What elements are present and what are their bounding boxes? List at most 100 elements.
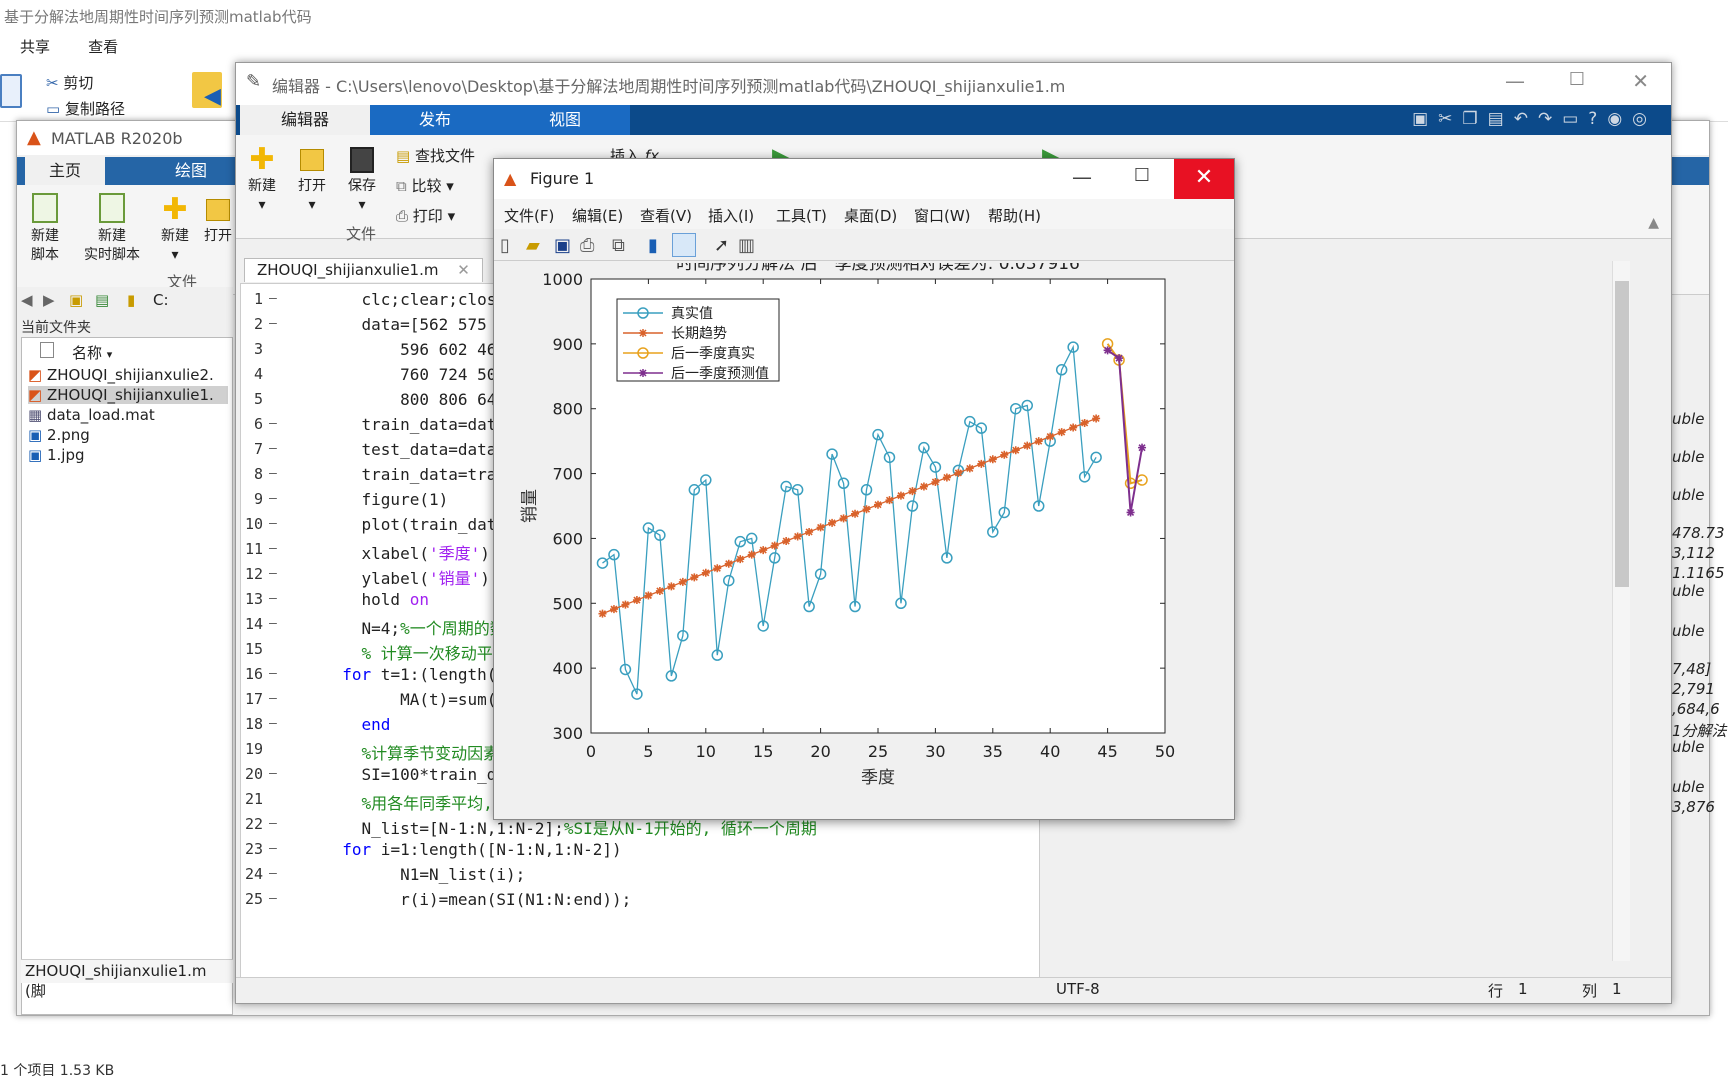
breakpoint-marker[interactable]: — [269,716,277,731]
property-editor-icon[interactable]: ▥ [738,235,755,256]
breakpoint-marker[interactable]: — [269,591,277,606]
collapse-ribbon-icon[interactable]: ▲ [1648,215,1659,231]
back-arrow-icon[interactable]: ◀ [21,291,33,309]
data-point[interactable] [862,505,871,514]
data-point[interactable] [1115,354,1124,363]
figure-menu-item[interactable]: 查看(V) [640,205,692,226]
paste-icon[interactable] [0,74,22,108]
print-figure-icon[interactable]: ⎙ [580,235,594,256]
undo-icon[interactable]: ↶ [1514,109,1538,129]
code-line[interactable]: xlabel('季度') [323,540,490,564]
name-column-header[interactable]: 名称 ▾ [72,342,112,363]
breakpoint-marker[interactable]: — [269,416,277,431]
data-point[interactable] [851,509,860,518]
figure-menu-item[interactable]: 编辑(E) [572,205,623,226]
data-point[interactable] [701,568,710,577]
data-point[interactable] [724,559,733,568]
data-point[interactable] [1092,414,1101,423]
file-item[interactable]: ◩ ZHOUQI_shijianxulie2. [28,366,214,384]
new-script-button[interactable]: 新建 脚本 [25,193,65,265]
data-point[interactable] [632,596,641,605]
save-figure-icon[interactable]: ▣ [554,235,571,256]
breakpoint-marker[interactable]: — [269,566,277,581]
editor-save-button[interactable]: 保存 ▾ [344,143,380,215]
browse-folder-icon[interactable]: ▤ [95,291,109,309]
figure-menu-item[interactable]: 窗口(W) [914,205,971,226]
data-point[interactable] [678,577,687,586]
data-point[interactable] [919,482,928,491]
data-point[interactable] [965,464,974,473]
data-point[interactable] [1080,418,1089,427]
open-button[interactable]: 打开 [201,193,235,246]
explorer-tab-share[interactable]: 共享 [20,38,50,56]
code-line[interactable]: hold on [323,590,429,609]
window-icon[interactable]: ▭ [1562,109,1588,129]
expand-icon[interactable]: ◎ [1632,109,1657,129]
print-button[interactable]: ⎙ 打印 ▾ [396,205,455,226]
forward-arrow-icon[interactable]: ▶ [43,291,55,309]
code-line[interactable]: figure(1) [323,490,449,509]
code-line[interactable]: r(i)=mean(SI(N1:N:end)); [323,890,631,909]
help-icon[interactable]: ? [1588,109,1607,129]
file-item-selected[interactable]: ◩ ZHOUQI_shijianxulie1. [28,386,228,404]
code-line[interactable]: ylabel('销量') [323,565,490,589]
cut-icon[interactable]: ✂ [1438,109,1462,129]
figure-maximize-icon[interactable]: ☐ [1134,165,1150,186]
breakpoint-marker[interactable]: — [269,516,277,531]
editor-open-button[interactable]: 打开 ▾ [294,143,330,215]
data-point[interactable] [759,546,768,555]
breakpoint-marker[interactable]: — [269,816,277,831]
maximize-icon[interactable]: ☐ [1569,69,1585,90]
colorbar-icon[interactable]: ▮ [648,235,658,256]
link-plot-icon[interactable]: ⧉ [612,235,625,256]
scrollbar-thumb[interactable] [1615,281,1629,587]
breakpoint-marker[interactable]: — [269,541,277,556]
breakpoint-marker[interactable]: — [269,841,277,856]
explorer-tab-view[interactable]: 查看 [88,38,118,56]
breakpoint-marker[interactable]: — [269,666,277,681]
new-live-script-button[interactable]: 新建 实时脚本 [75,193,149,265]
quick-access-toolbar[interactable]: ▣✂❐▤↶↷▭?◉◎ [1412,109,1657,129]
data-point[interactable] [1046,432,1055,441]
figure-menu-item[interactable]: 帮助(H) [988,205,1041,226]
data-point[interactable] [690,573,699,582]
data-point[interactable] [988,455,997,464]
breakpoint-marker[interactable]: — [269,491,277,506]
breakpoint-marker[interactable]: — [269,766,277,781]
new-figure-icon[interactable]: ▯ [500,235,510,256]
data-point[interactable] [770,541,779,550]
breakpoint-marker[interactable]: — [269,316,277,331]
data-point[interactable] [805,527,814,536]
data-point[interactable] [885,496,894,505]
breakpoint-marker[interactable]: — [269,866,277,881]
data-point[interactable] [793,532,802,541]
code-line[interactable]: N=4;%一个周期的数据 [323,615,522,639]
document-tab[interactable]: ZHOUQI_shijianxulie1.m ✕ [244,258,483,282]
tab-view[interactable]: 视图 [500,105,630,135]
file-item[interactable]: ▣ 1.jpg [28,446,85,464]
data-point[interactable] [713,564,722,573]
data-point[interactable] [747,550,756,559]
pointer-icon[interactable]: ➚ [714,235,729,256]
breakpoint-marker[interactable]: — [269,616,277,631]
data-point[interactable] [977,459,986,468]
breakpoint-marker[interactable]: — [269,891,277,906]
breakpoint-marker[interactable]: — [269,691,277,706]
editor-new-button[interactable]: ✚ 新建 ▾ [244,143,280,215]
save-icon[interactable]: ▣ [1412,109,1438,129]
data-point[interactable] [954,468,963,477]
copy-icon[interactable]: ❐ [1462,109,1487,129]
code-line[interactable]: end [323,715,391,734]
code-line[interactable]: for t=1:(length(tr [323,665,515,684]
data-point[interactable] [1138,443,1147,452]
code-scrollbar[interactable] [1612,261,1630,961]
data-point[interactable] [896,491,905,500]
data-point[interactable] [782,537,791,546]
find-files-button[interactable]: ▤ 查找文件 [396,145,475,166]
open-file-icon[interactable]: ▰ [526,235,540,256]
data-point[interactable] [931,478,940,487]
legend-toggle-icon[interactable] [672,233,696,257]
data-point[interactable] [1103,346,1112,355]
code-line[interactable]: N1=N_list(i); [323,865,525,884]
figure-menu-item[interactable]: 桌面(D) [844,205,897,226]
